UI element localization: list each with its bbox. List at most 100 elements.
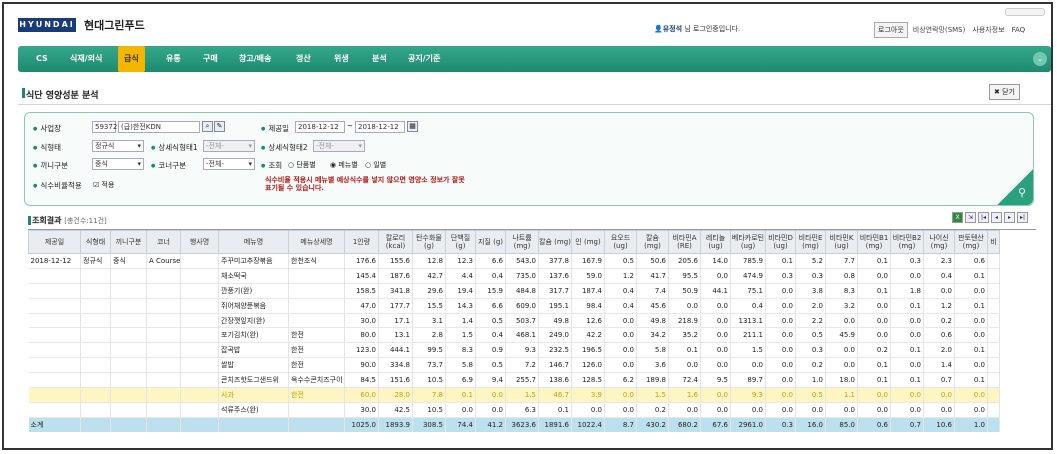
- column-header[interactable]: 메뉴상세명: [288, 230, 345, 254]
- column-header[interactable]: 레티놀 (ug): [700, 230, 731, 254]
- table-cell: 0.0: [923, 402, 955, 418]
- column-header[interactable]: 제공일: [28, 230, 81, 254]
- site-name-input[interactable]: (급)한전KDN: [118, 121, 200, 133]
- logout-button[interactable]: 로그아웃: [874, 22, 908, 38]
- last-page-icon[interactable]: ▸|: [1017, 212, 1028, 223]
- nav-catering[interactable]: 급식: [118, 46, 145, 72]
- date-separator: ~: [347, 122, 353, 130]
- table-row[interactable]: 석류주스(완) 30.0 42.5 10.5 0.0 0.0 6.3 0.1 0.0 0.0 0.2…: [28, 402, 1000, 418]
- column-header[interactable]: 탄수화물 (g): [412, 230, 446, 254]
- table-cell: 0.4: [475, 268, 506, 284]
- corner-select[interactable]: -전체-: [203, 158, 255, 170]
- column-header[interactable]: 코너: [146, 230, 181, 254]
- column-header[interactable]: 나이신 (mg): [923, 230, 955, 254]
- table-cell: [146, 357, 181, 374]
- column-header[interactable]: 비타민K (ug): [825, 230, 858, 254]
- first-page-icon[interactable]: |◂: [978, 212, 989, 223]
- close-button[interactable]: ✖ 닫기: [989, 84, 1020, 100]
- next-page-icon[interactable]: ▸: [1004, 212, 1015, 223]
- detail1-select[interactable]: -전체-: [203, 140, 255, 152]
- column-header[interactable]: 칼슘 (mg): [636, 230, 669, 254]
- column-header[interactable]: 끼니구분: [110, 230, 147, 254]
- column-header[interactable]: 메뉴명: [218, 230, 289, 254]
- column-header[interactable]: 베타카로틴 (ug): [730, 230, 766, 254]
- view-option-menu[interactable]: ◉ 메뉴별: [330, 160, 358, 170]
- nav-purchase[interactable]: 구매: [203, 46, 218, 72]
- table-cell: 0.0: [765, 402, 796, 418]
- column-header[interactable]: 나트륨 (mg): [505, 230, 539, 254]
- prev-page-icon[interactable]: ◂: [991, 212, 1002, 223]
- detail2-select[interactable]: -전체-: [313, 140, 365, 152]
- table-row[interactable]: 채소떡국 145.4 187.6 42.7 4.4 0.4 735.0 137.6 59.0 1.…: [28, 268, 1000, 284]
- search-button[interactable]: ⚲: [997, 169, 1033, 205]
- nav-food-material[interactable]: 식재/외식: [70, 46, 102, 72]
- faq-link[interactable]: FAQ: [1010, 26, 1028, 34]
- sms-link[interactable]: 비상연락망(SMS): [911, 25, 968, 35]
- table-cell: 3.1: [412, 313, 446, 329]
- table-row[interactable]: 사과 한전 60.0 28.0 7.8 0.1 0.0 1.5 46.7 3.9 0.0 1.5 1.6…: [28, 387, 1000, 403]
- table-row[interactable]: 쌀밥 한전 90.0 334.8 73.7 5.8 0.5 7.2 146.7 126.0 0.0 3…: [28, 357, 1000, 374]
- column-header[interactable]: 칼슘 (mg): [538, 230, 572, 254]
- calendar-icon[interactable]: ▦: [407, 121, 418, 132]
- total-row[interactable]: 소계 1025.0 1893.9 308.5 74.4 41.2 3623.6 1891.6 1…: [28, 417, 1000, 432]
- site-code-input[interactable]: 59372: [92, 121, 117, 133]
- meal-label: 끼니구분: [33, 160, 68, 171]
- table-row[interactable]: 깐풍기(완) 158.5 341.8 29.6 19.4 15.9 484.8 317.7 18…: [28, 283, 1000, 299]
- view-option-day[interactable]: ○ 일별: [365, 160, 386, 170]
- column-header[interactable]: 비타민E (mg): [795, 230, 826, 254]
- user-info-link[interactable]: 사용자정보: [970, 25, 1006, 35]
- table-cell: 42.2: [571, 327, 605, 344]
- ratio-checkbox[interactable]: ☑ 적용: [93, 180, 114, 190]
- column-header[interactable]: 식형태: [80, 230, 111, 254]
- table-row[interactable]: 쥐어채양푼볶음 47.0 177.7 15.5 14.3 6.6 609.0 195.1 98.…: [28, 298, 1000, 314]
- nav-settlement[interactable]: 정산: [296, 46, 311, 72]
- table-cell-pad: [987, 253, 1000, 269]
- table-cell: 503.7: [505, 313, 539, 329]
- table-cell: 46.7: [538, 387, 572, 403]
- table-cell: 10.5: [412, 372, 446, 389]
- nav-warehouse[interactable]: 창고/배송: [239, 46, 271, 72]
- excel-icon[interactable]: X: [952, 212, 963, 223]
- table-row[interactable]: 2018-12-12 정규식 중식 A Course 주꾸미고추장볶음 한천조식 176.6…: [28, 253, 1000, 269]
- table-cell: 1893.9: [378, 417, 413, 432]
- table-row[interactable]: 콘치즈핫도그샌드위 옥수수콘치즈구이 84.5 151.6 10.5 6.9 9.4 255.…: [28, 372, 1000, 389]
- column-header[interactable]: 칼로리 (kcal): [378, 230, 413, 254]
- nav-hygiene[interactable]: 위생: [334, 46, 349, 72]
- edit-icon[interactable]: ✎: [214, 121, 225, 132]
- date-to-input[interactable]: 2018-12-12: [355, 121, 405, 133]
- nav-notice[interactable]: 공지/기준: [408, 46, 440, 72]
- column-header[interactable]: 비타민B2 (mg): [890, 230, 924, 254]
- column-header[interactable]: 비타민D (ug): [765, 230, 796, 254]
- window-control[interactable]: [1005, 8, 1045, 16]
- table-cell: [146, 313, 181, 329]
- table-cell: 50.9: [668, 283, 701, 299]
- column-header[interactable]: 비: [987, 230, 1000, 254]
- search-icon[interactable]: ⌕: [202, 121, 213, 132]
- column-header[interactable]: 1인량: [344, 230, 379, 254]
- nav-analysis[interactable]: 분석: [372, 46, 387, 72]
- table-cell: [218, 417, 289, 432]
- table-row[interactable]: 간장깻잎지(완) 30.0 17.1 3.1 1.4 0.5 503.7 49.8 12.6 0.…: [28, 313, 1000, 329]
- meal-select[interactable]: 중식: [92, 158, 144, 170]
- table-cell: 1.1: [825, 387, 858, 403]
- column-header[interactable]: 단백질 (g): [445, 230, 476, 254]
- table-cell: 41.7: [636, 268, 669, 284]
- table-cell: 1.8: [890, 283, 924, 299]
- column-header[interactable]: 비타민B1 (mg): [857, 230, 891, 254]
- date-from-input[interactable]: 2018-12-12: [295, 121, 345, 133]
- view-option-item[interactable]: ○ 단품별: [288, 160, 316, 170]
- export-icon[interactable]: ⇲: [965, 212, 976, 223]
- column-header[interactable]: 행사명: [180, 230, 219, 254]
- nav-cs[interactable]: CS: [36, 46, 48, 72]
- table-row[interactable]: 잡곡밥 한전 123.0 444.1 99.5 8.3 0.9 9.3 232.5 196.5 0.…: [28, 342, 1000, 359]
- table-row[interactable]: 포기김치(완) 한전 80.0 13.1 2.8 1.5 0.4 468.1 249.0 42.2…: [28, 327, 1000, 344]
- column-header[interactable]: 지질 (g): [475, 230, 506, 254]
- column-header[interactable]: 인 (mg): [571, 230, 605, 254]
- nav-expand-icon[interactable]: ⌄: [1033, 52, 1047, 66]
- type-select[interactable]: 정규식: [92, 140, 144, 152]
- column-header[interactable]: 요오드 (ug): [604, 230, 637, 254]
- column-header[interactable]: 비타민A (RE): [668, 230, 701, 254]
- nav-distribution[interactable]: 유통: [166, 46, 181, 72]
- column-header[interactable]: 판토텐산 (mg): [954, 230, 988, 254]
- table-cell: 15.5: [412, 298, 446, 314]
